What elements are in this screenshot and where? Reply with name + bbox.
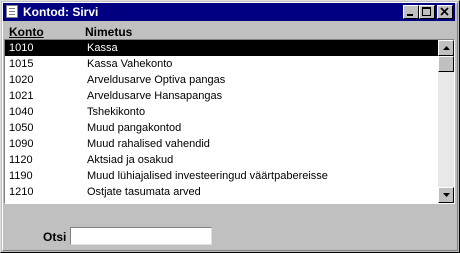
account-code: 1190 <box>9 170 33 182</box>
maximize-icon <box>422 7 431 16</box>
account-code: 1120 <box>9 154 33 166</box>
scroll-down-button[interactable] <box>438 187 454 203</box>
account-row[interactable]: 1190 Muud lühiajalised investeeringud vää… <box>5 168 438 184</box>
close-icon <box>440 7 449 16</box>
close-button[interactable] <box>437 5 453 19</box>
search-label: Otsi <box>43 230 67 244</box>
scroll-up-button[interactable] <box>438 40 454 56</box>
account-row[interactable]: 1050 Muud pangakontod <box>5 120 438 136</box>
account-row[interactable]: 1021 Arveldusarve Hansapangas <box>5 88 438 104</box>
account-row[interactable]: 1020 Arveldusarve Optiva pangas <box>5 72 438 88</box>
account-name: Muud lühiajalised investeeringud väärtpa… <box>87 170 328 182</box>
account-code: 1040 <box>9 106 34 118</box>
arrow-down-icon <box>443 193 450 197</box>
account-name: Tshekikonto <box>87 106 146 118</box>
accounts-rows: 1010 Kassa 1015 Kassa Vahekonto 1020 Arveldus… <box>5 40 438 203</box>
account-name: Aktsiad ja osakud <box>87 154 174 166</box>
minimize-icon <box>407 14 413 16</box>
account-code: 1210 <box>9 186 34 198</box>
account-row[interactable]: 1015 Kassa Vahekonto <box>5 56 438 72</box>
column-header-konto[interactable]: Konto <box>9 25 44 39</box>
account-row[interactable]: 1120 Aktsiad ja osakud <box>5 152 438 168</box>
vertical-scrollbar[interactable] <box>438 40 454 203</box>
account-code: 1021 <box>9 90 34 102</box>
account-code: 1020 <box>9 74 34 86</box>
scroll-thumb[interactable] <box>438 56 454 72</box>
account-row[interactable]: 1210 Ostjate tasumata arved <box>5 184 438 200</box>
account-name: Muud pangakontod <box>87 122 182 134</box>
account-code: 1050 <box>9 122 34 134</box>
account-name: Arveldusarve Optiva pangas <box>87 74 226 86</box>
account-name: Ostjate tasumata arved <box>87 186 201 198</box>
account-name: Kassa Vahekonto <box>87 58 173 70</box>
account-name: Muud rahalised vahendid <box>87 138 210 150</box>
title-bar[interactable]: Kontod: Sirvi <box>3 3 455 21</box>
account-row[interactable]: 1040 Tshekikonto <box>5 104 438 120</box>
minimize-button[interactable] <box>403 5 419 19</box>
arrow-up-icon <box>443 46 450 50</box>
kontod-window: Kontod: Sirvi Konto Nimetus 1010 Kassa 101… <box>0 0 460 253</box>
maximize-button[interactable] <box>419 5 435 19</box>
account-code: 1010 <box>9 42 34 54</box>
account-row[interactable]: 1010 Kassa <box>5 40 438 56</box>
account-name: Kassa <box>87 42 118 54</box>
account-code: 1015 <box>9 58 34 70</box>
accounts-list[interactable]: 1010 Kassa 1015 Kassa Vahekonto 1020 Arveldus… <box>4 39 455 204</box>
account-name: Arveldusarve Hansapangas <box>87 90 223 102</box>
account-row[interactable]: 1090 Muud rahalised vahendid <box>5 136 438 152</box>
search-input[interactable] <box>70 227 212 245</box>
column-header-nimetus[interactable]: Nimetus <box>85 25 132 39</box>
document-icon[interactable] <box>6 5 18 18</box>
window-title: Kontod: Sirvi <box>23 5 99 19</box>
account-code: 1090 <box>9 138 34 150</box>
